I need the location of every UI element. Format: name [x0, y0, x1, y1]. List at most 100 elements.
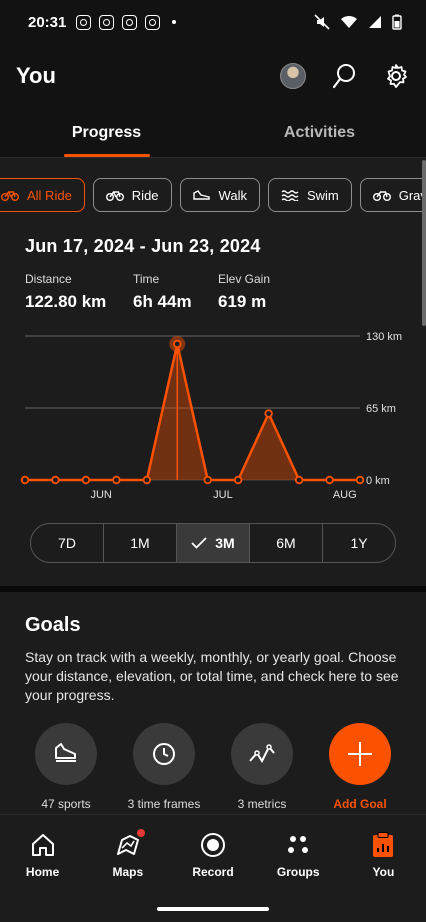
groups-icon [288, 836, 309, 853]
goal-option-sports[interactable]: 47 sports [16, 723, 116, 811]
chip-label: All Ride [27, 187, 72, 203]
shoe-icon [55, 743, 76, 762]
goals-title: Goals [25, 614, 81, 636]
goal-option-metrics[interactable]: 3 metrics [212, 723, 312, 811]
nav-home[interactable]: Home [0, 831, 85, 896]
gear-icon [387, 64, 407, 88]
nav-label: Record [192, 865, 234, 879]
stat-time: Time 6h 44m [133, 272, 192, 312]
tab-progress[interactable]: Progress [0, 108, 213, 157]
stat-distance: Distance 122.80 km [25, 272, 106, 312]
tab-activities[interactable]: Activities [213, 108, 426, 157]
goal-option-time-frames[interactable]: 3 time frames [114, 723, 214, 811]
stat-label: Distance [25, 272, 72, 286]
goal-icon-circle [231, 723, 293, 785]
x-tick-label: AUG [333, 489, 357, 501]
nav-groups[interactable]: Groups [256, 831, 341, 896]
goal-icon-circle [35, 723, 97, 785]
instagram-icon [76, 14, 92, 30]
goal-option-label: 47 sports [41, 797, 91, 811]
record-icon [201, 833, 225, 857]
stat-value: 619 m [218, 292, 267, 311]
goals-description: Stay on track with a weekly, monthly, or… [25, 649, 399, 703]
nav-you[interactable]: You [341, 831, 426, 896]
stat-value: 122.80 km [25, 292, 107, 311]
y-tick-label: 65 km [366, 403, 396, 415]
check-icon [191, 537, 207, 549]
plus-icon [348, 742, 372, 766]
data-point [264, 409, 273, 418]
photos-icon [145, 14, 161, 30]
stat-value: 6h 44m [133, 292, 192, 311]
data-point [142, 475, 152, 485]
chip-ride[interactable]: Ride [92, 178, 172, 212]
chip-walk[interactable]: Walk [179, 178, 260, 212]
goal-icon-circle [329, 723, 391, 785]
nav-record[interactable]: Record [170, 831, 255, 896]
bottom-nav: Home Maps Record Groups You [0, 814, 426, 896]
shoe-icon [192, 190, 210, 200]
y-tick-label: 130 km [366, 331, 402, 343]
status-time: 20:31 [28, 13, 67, 31]
chip-all-ride[interactable]: All Ride [0, 178, 85, 212]
chip-gravel[interactable]: Gravel [359, 178, 426, 212]
data-point [203, 475, 212, 485]
instagram-icon [99, 14, 115, 30]
range-7d[interactable]: 7D [31, 524, 104, 562]
data-point [81, 475, 91, 485]
app-header: You [0, 44, 426, 108]
bike-icon [105, 191, 124, 201]
range-1m[interactable]: 1M [104, 524, 177, 562]
nav-maps[interactable]: Maps [85, 829, 170, 896]
stat-label: Elev Gain [218, 272, 271, 286]
stat-label: Time [133, 272, 160, 286]
tab-bar: Progress Activities [0, 108, 426, 158]
notification-dot [136, 829, 145, 837]
search-button[interactable] [330, 62, 358, 90]
y-tick-label: 0 km [366, 475, 390, 487]
you-icon [373, 832, 394, 857]
search-icon [332, 64, 355, 89]
section-divider [0, 586, 426, 592]
chip-swim[interactable]: Swim [267, 178, 352, 212]
weekly-distance-chart[interactable]: 130 km 65 km 0 km JUN JUL AUG [0, 328, 426, 508]
range-3m[interactable]: 3M [177, 524, 250, 562]
range-label: 3M [215, 535, 235, 551]
data-point [51, 475, 60, 485]
chip-label: Walk [218, 187, 247, 203]
data-point [325, 475, 334, 485]
goal-option-label: Add Goal [333, 797, 387, 811]
data-point [112, 475, 121, 485]
gesture-bar [0, 896, 426, 922]
signal-icon [369, 16, 381, 28]
sport-filter-chips: All Ride Ride Walk Swim Gravel [0, 178, 426, 212]
metrics-icon [249, 744, 275, 764]
progress-content[interactable]: All Ride Ride Walk Swim Gravel Jun 17, 2… [0, 158, 426, 814]
date-range: Jun 17, 2024 - Jun 23, 2024 [25, 236, 261, 256]
goal-option-label: 3 time frames [127, 797, 201, 811]
wave-icon [281, 190, 299, 201]
nav-label: You [372, 865, 395, 879]
bike-icon [1, 191, 19, 201]
avatar[interactable] [280, 63, 306, 89]
settings-button[interactable] [382, 62, 410, 90]
data-point [294, 475, 304, 485]
chip-label: Swim [306, 187, 339, 203]
home-icon [31, 834, 54, 856]
status-bar: 20:31 [0, 0, 426, 44]
add-goal-button[interactable]: Add Goal [310, 723, 410, 811]
battery-icon [392, 14, 402, 30]
stat-elev-gain: Elev Gain 619 m [218, 272, 270, 312]
x-tick-label: JUN [90, 489, 111, 501]
goal-option-label: 3 metrics [237, 797, 287, 811]
data-point [173, 339, 182, 349]
page-title: You [16, 63, 56, 88]
scrollbar[interactable] [422, 160, 426, 326]
data-point [20, 475, 30, 485]
instagram-icon [122, 14, 138, 30]
data-point [233, 475, 243, 485]
x-tick-label: JUL [213, 489, 233, 501]
range-6m[interactable]: 6M [250, 524, 323, 562]
goal-icon-circle [133, 723, 195, 785]
range-1y[interactable]: 1Y [323, 524, 395, 562]
